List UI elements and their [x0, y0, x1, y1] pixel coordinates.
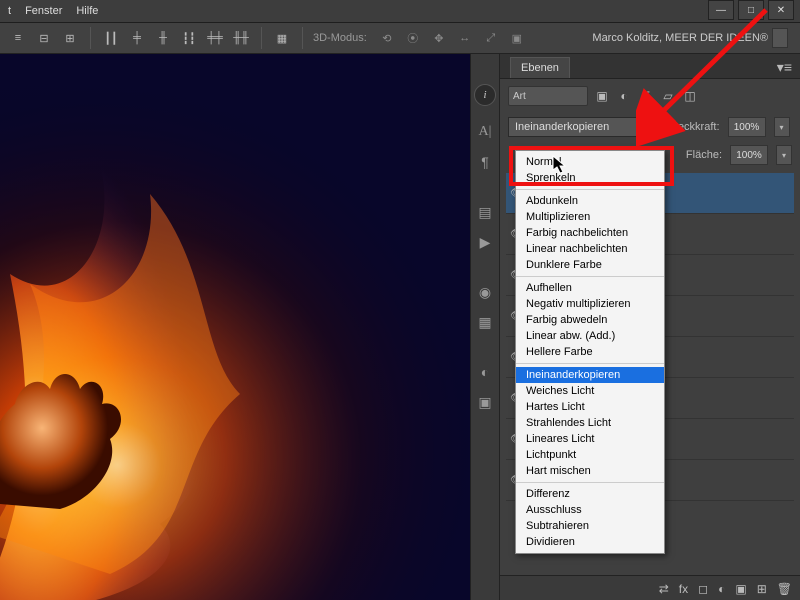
3d-camera-icon[interactable]: ▣: [507, 28, 527, 48]
blend-mode-option[interactable]: Negativ multiplizieren: [516, 296, 664, 312]
filter-shape-icon[interactable]: ▱: [660, 88, 676, 104]
distribute-icon[interactable]: ╪╪: [205, 28, 225, 48]
align-icon[interactable]: ⊞: [60, 28, 80, 48]
blend-mode-option[interactable]: Differenz: [516, 486, 664, 502]
paragraph-panel-icon[interactable]: ¶: [475, 152, 495, 172]
align-icon[interactable]: ≡: [8, 28, 28, 48]
adjust-icon[interactable]: ◐: [718, 582, 725, 596]
swatches-panel-icon[interactable]: ▦: [475, 312, 495, 332]
auto-align-icon[interactable]: ▦: [272, 28, 292, 48]
blend-mode-option[interactable]: Strahlendes Licht: [516, 415, 664, 431]
menu-item-hilfe[interactable]: Hilfe: [76, 5, 98, 17]
blend-mode-option[interactable]: Farbig nachbelichten: [516, 225, 664, 241]
3d-zoom-icon[interactable]: ⤢: [481, 28, 501, 48]
filter-smart-icon[interactable]: ◫: [682, 88, 698, 104]
menu-bar: t Fenster Hilfe — □ ✕: [0, 0, 800, 23]
distribute-icon[interactable]: ┃┃: [101, 28, 121, 48]
blend-mode-dropdown[interactable]: NormalSprenkelnAbdunkelnMultiplizierenFa…: [515, 150, 665, 554]
character-panel-icon[interactable]: A|: [475, 122, 495, 142]
blend-mode-option[interactable]: Linear abw. (Add.): [516, 328, 664, 344]
blend-mode-option[interactable]: Abdunkeln: [516, 193, 664, 209]
layers-footer: ⇄ fx ◻ ◐ ▣ ⊞ 🗑: [500, 575, 800, 600]
blend-mode-option[interactable]: Normal: [516, 154, 664, 170]
color-panel-icon[interactable]: ◉: [475, 282, 495, 302]
fill-label: Fläche:: [686, 149, 722, 161]
link-layers-icon[interactable]: ⇄: [659, 582, 669, 596]
opacity-stepper[interactable]: ▾: [774, 117, 790, 137]
blend-mode-option[interactable]: Ineinanderkopieren: [516, 367, 664, 383]
3d-pan-icon[interactable]: ✥: [429, 28, 449, 48]
mask-icon[interactable]: ◻: [698, 582, 708, 596]
close-button[interactable]: ✕: [768, 0, 794, 20]
blend-mode-option[interactable]: Hartes Licht: [516, 399, 664, 415]
distribute-icon[interactable]: ┇┇: [179, 28, 199, 48]
blend-mode-select[interactable]: Ineinanderkopieren ▴▾: [508, 117, 662, 137]
trash-icon[interactable]: 🗑: [777, 582, 792, 596]
window-controls: — □ ✕: [708, 0, 794, 20]
blend-mode-option[interactable]: Sprenkeln: [516, 170, 664, 186]
blend-mode-option[interactable]: Lineares Licht: [516, 431, 664, 447]
play-icon[interactable]: ▶: [475, 232, 495, 252]
blend-mode-option[interactable]: Hart mischen: [516, 463, 664, 479]
3d-modus-label: 3D-Modus:: [313, 32, 367, 44]
3d-roll-icon[interactable]: ⦿: [403, 28, 423, 48]
opacity-value[interactable]: 100%: [728, 117, 766, 137]
menu-item[interactable]: t: [8, 5, 11, 17]
blend-mode-option[interactable]: Ausschluss: [516, 502, 664, 518]
blend-mode-option[interactable]: Linear nachbelichten: [516, 241, 664, 257]
panel-icon[interactable]: ▤: [475, 202, 495, 222]
3d-orbit-icon[interactable]: ⟲: [377, 28, 397, 48]
align-icon[interactable]: ⊟: [34, 28, 54, 48]
3d-slide-icon[interactable]: ↔: [455, 28, 475, 48]
panel-menu-icon[interactable]: ▾≡: [775, 57, 794, 78]
workspace-preset[interactable]: Marco Kolditz, MEER DER IDEEN®: [568, 32, 768, 44]
main-area: i A| ¶ ▤ ▶ ◉ ▦ ◐ ▣ Ebenen ▾≡ ▣ ◐ T: [0, 54, 800, 600]
blend-mode-option[interactable]: Dividieren: [516, 534, 664, 550]
distribute-icon[interactable]: ╪: [127, 28, 147, 48]
blend-mode-option[interactable]: Dunklere Farbe: [516, 257, 664, 273]
blend-mode-option[interactable]: Weiches Licht: [516, 383, 664, 399]
blend-mode-option[interactable]: Farbig abwedeln: [516, 312, 664, 328]
preset-stepper[interactable]: [772, 28, 788, 48]
options-bar: ≡ ⊟ ⊞ ┃┃ ╪ ╫ ┇┇ ╪╪ ╫╫ ▦ 3D-Modus: ⟲ ⦿ ✥ …: [0, 23, 800, 54]
blend-mode-value: Ineinanderkopieren: [515, 121, 609, 133]
filter-text-icon[interactable]: T: [638, 88, 654, 104]
styles-panel-icon[interactable]: ▣: [475, 392, 495, 412]
opacity-label: Deckkraft:: [670, 121, 720, 133]
blend-mode-option[interactable]: Aufhellen: [516, 280, 664, 296]
document-canvas[interactable]: [0, 54, 470, 600]
blend-mode-option[interactable]: Multiplizieren: [516, 209, 664, 225]
blend-mode-option[interactable]: Subtrahieren: [516, 518, 664, 534]
group-icon[interactable]: ▣: [735, 582, 746, 596]
distribute-icon[interactable]: ╫: [153, 28, 173, 48]
tab-ebenen[interactable]: Ebenen: [510, 57, 570, 78]
fill-stepper[interactable]: ▾: [776, 145, 792, 165]
layer-filter-input[interactable]: [508, 86, 588, 106]
maximize-button[interactable]: □: [738, 0, 764, 20]
minimize-button[interactable]: —: [708, 0, 734, 20]
distribute-icon[interactable]: ╫╫: [231, 28, 251, 48]
fx-icon[interactable]: fx: [679, 582, 688, 596]
chevron-updown-icon: ▴▾: [646, 122, 655, 133]
blend-mode-option[interactable]: Lichtpunkt: [516, 447, 664, 463]
menu-item-fenster[interactable]: Fenster: [25, 5, 62, 17]
adjustments-panel-icon[interactable]: ◐: [475, 362, 495, 382]
filter-adjustment-icon[interactable]: ◐: [616, 88, 632, 104]
blend-mode-option[interactable]: Hellere Farbe: [516, 344, 664, 360]
fill-value[interactable]: 100%: [730, 145, 768, 165]
info-panel-icon[interactable]: i: [474, 84, 496, 106]
canvas-image: [0, 54, 470, 600]
new-layer-icon[interactable]: ⊞: [757, 582, 767, 596]
collapsed-panel-strip: i A| ¶ ▤ ▶ ◉ ▦ ◐ ▣: [471, 54, 500, 600]
filter-image-icon[interactable]: ▣: [594, 88, 610, 104]
